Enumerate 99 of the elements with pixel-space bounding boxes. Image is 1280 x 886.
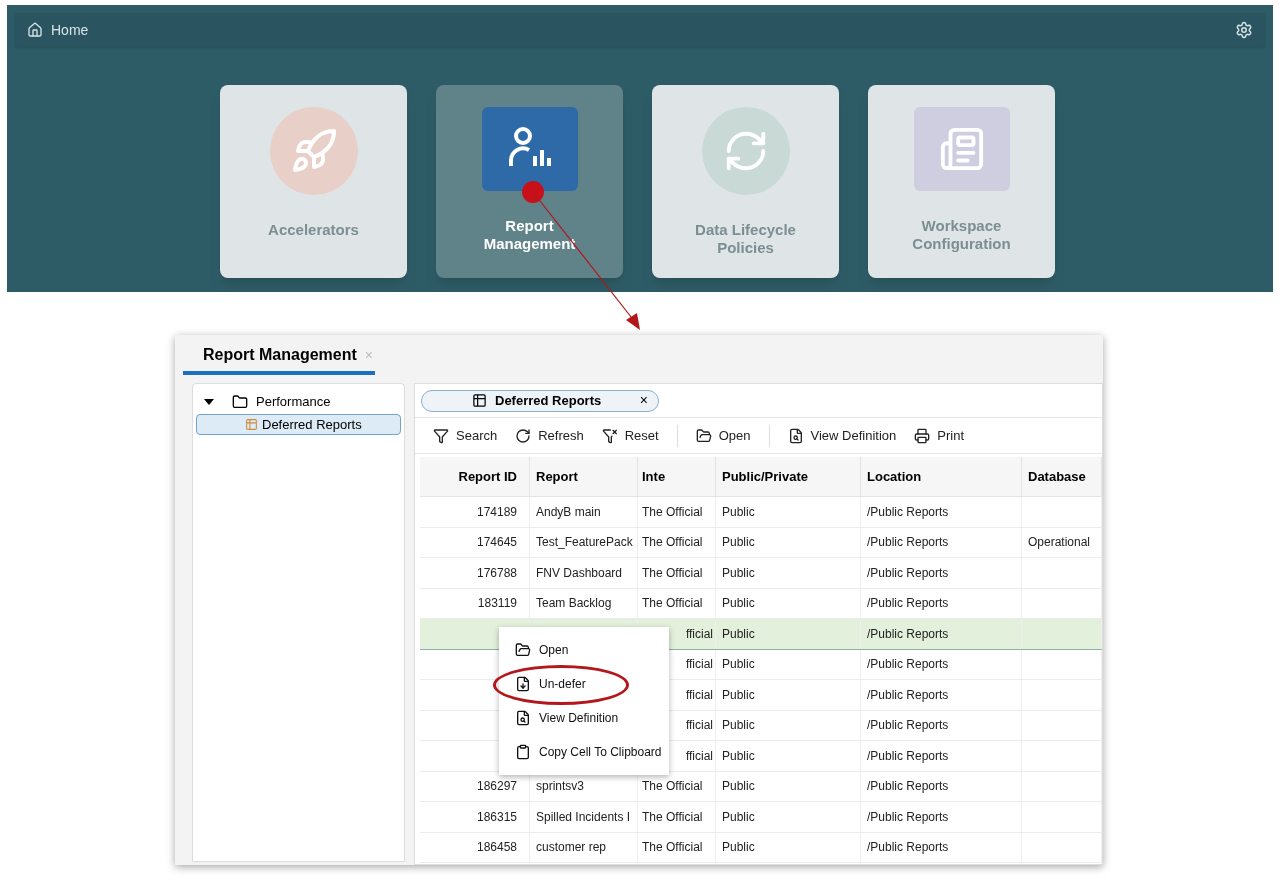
table-cell-text: The Official xyxy=(642,564,703,582)
toolbar-button[interactable]: Search xyxy=(433,425,498,446)
table-cell-text: 183119 xyxy=(477,595,517,613)
table-cell-text: /Public Reports xyxy=(867,778,949,796)
filter-icon xyxy=(433,427,449,444)
table-cell-text: /Public Reports xyxy=(867,534,949,552)
tile-label: Workspace Configuration xyxy=(911,217,1012,253)
table-cell-text: /Public Reports xyxy=(867,595,949,613)
menu-item[interactable]: Copy Cell To Clipboard xyxy=(499,743,662,761)
table-cell-text: Public xyxy=(722,625,755,643)
column-header[interactable]: Inte xyxy=(638,457,716,496)
toolbar-button[interactable]: Refresh xyxy=(515,425,584,446)
table-cell-text: 176788 xyxy=(476,564,517,582)
document-eye-icon xyxy=(787,427,804,444)
table-cell-text: Public xyxy=(722,564,755,582)
home-title: Home xyxy=(51,20,89,40)
table-cell-text: /Public Reports xyxy=(867,808,949,826)
filter-reset-icon xyxy=(601,427,618,444)
table-cell-text: The Official xyxy=(642,839,703,857)
folder-icon xyxy=(515,642,531,658)
printer-icon xyxy=(914,427,931,444)
table-cell-text: sprintsv3 xyxy=(536,778,585,796)
toolbar-button[interactable]: Print xyxy=(914,425,964,446)
table-cell-text: The Official xyxy=(642,534,703,552)
table-cell-text: The Official xyxy=(642,503,703,521)
column-header[interactable]: Report xyxy=(530,457,638,496)
table-cell-text: customer rep xyxy=(536,839,607,857)
tree-item[interactable]: Deferred Reports xyxy=(196,414,401,435)
table-cell-text: The Official xyxy=(642,778,703,796)
tree-item[interactable]: Performance xyxy=(256,392,331,412)
app-tile[interactable]: Report Management xyxy=(436,85,623,278)
table-cell-text: 186315 xyxy=(476,808,517,826)
folder-icon xyxy=(232,394,248,410)
column-header[interactable]: Database xyxy=(1022,457,1102,496)
table-cell-text: fficial xyxy=(685,686,713,704)
home-icon[interactable] xyxy=(27,22,43,38)
table-icon xyxy=(472,393,487,408)
table-cell-text: Spilled Incidents I xyxy=(536,808,631,826)
table-cell-text: fficial xyxy=(685,656,713,674)
table-cell-text: /Public Reports xyxy=(867,717,949,735)
table-cell-text: 174645 xyxy=(476,534,517,552)
table-cell-text: fficial xyxy=(685,717,713,735)
table-cell-text: Public xyxy=(722,534,755,552)
expand-caret-icon[interactable] xyxy=(204,399,214,405)
table-cell-text: /Public Reports xyxy=(867,503,949,521)
column-header[interactable]: Report ID xyxy=(420,457,530,496)
table-cell-text: AndyB main xyxy=(536,503,601,521)
table-cell-text: fficial xyxy=(685,625,713,643)
tile-label: Accelerators xyxy=(267,221,360,239)
table-cell-text: /Public Reports xyxy=(867,656,949,674)
table-cell-text: Test_FeaturePack xyxy=(536,534,633,552)
table-cell-text: fficial xyxy=(685,747,713,765)
window-title: Report Management xyxy=(203,345,357,365)
table-cell-text: /Public Reports xyxy=(867,686,949,704)
table-row[interactable]: 186315 Spilled Incidents I The Official Public /Public Reports xyxy=(420,802,1102,833)
table-cell-text: Operational xyxy=(1028,534,1091,552)
menu-item[interactable]: View Definition xyxy=(499,709,619,727)
table-cell-text: 174189 xyxy=(476,503,517,521)
table-cell-text: Public xyxy=(722,717,755,735)
table-cell-text: Public xyxy=(722,747,755,765)
table-cell-text: 186297 xyxy=(476,778,517,796)
table-cell-text: Public xyxy=(722,778,755,796)
toolbar-button[interactable]: Open xyxy=(695,425,751,446)
table-cell-text: /Public Reports xyxy=(867,625,949,643)
close-tab-button[interactable]: × xyxy=(639,390,648,411)
document-eye-icon xyxy=(515,710,531,726)
report-tab[interactable]: Deferred Reports × xyxy=(421,389,659,412)
tile-label: Report Management xyxy=(482,217,577,253)
table-cell-text: Public xyxy=(722,839,755,857)
tab-label: Deferred Reports xyxy=(495,391,602,410)
table-row[interactable]: 174189 AndyB main The Official Public /Public Reports xyxy=(420,497,1102,528)
document-download-icon xyxy=(515,676,531,692)
table-cell-text: Team Backlog xyxy=(536,595,612,613)
table-cell-text: /Public Reports xyxy=(867,839,949,857)
table-cell-text: 186458 xyxy=(476,839,517,857)
table-cell-text: Public xyxy=(722,503,755,521)
table-cell-text: FNV Dashboard xyxy=(536,564,623,582)
table-cell-text: The Official xyxy=(642,808,703,826)
clipboard-icon xyxy=(515,744,531,760)
table-row[interactable]: 174645 Test_FeaturePack The Official Public /Public Reports Operational xyxy=(420,527,1102,558)
table-cell-text: Public xyxy=(722,595,755,613)
table-row[interactable]: 186458 customer rep The Official Public /Public Reports xyxy=(420,832,1102,863)
table-cell-text: Public xyxy=(722,656,755,674)
table-cell-text: Public xyxy=(722,808,755,826)
table-cell-text: Public xyxy=(722,686,755,704)
table-row[interactable]: 176788 FNV Dashboard The Official Public /Public Reports xyxy=(420,558,1102,589)
table-cell-text: /Public Reports xyxy=(867,747,949,765)
table-icon xyxy=(245,418,258,431)
toolbar-button[interactable]: View Definition xyxy=(787,425,897,446)
table-cell-text: /Public Reports xyxy=(867,564,949,582)
toolbar-button[interactable]: Reset xyxy=(601,425,659,446)
settings-icon[interactable] xyxy=(1235,21,1253,39)
folder-icon xyxy=(695,427,712,444)
refresh-icon xyxy=(515,427,532,444)
window-tab[interactable]: Report Management × xyxy=(183,339,375,375)
table-cell-text: The Official xyxy=(642,595,703,613)
column-header[interactable]: Public/Private xyxy=(716,457,861,496)
tile-label: Data Lifecycle Policies xyxy=(694,221,797,257)
column-header[interactable]: Location xyxy=(861,457,1022,496)
